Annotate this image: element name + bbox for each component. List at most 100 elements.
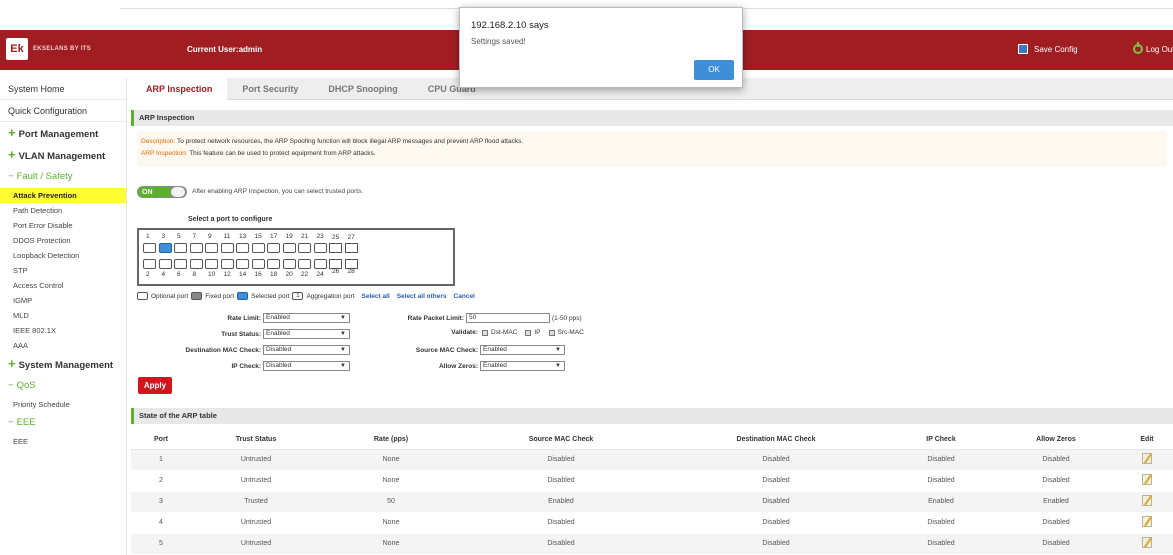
sidebar-item-path-detection[interactable]: Path Detection <box>0 203 126 218</box>
edit-icon[interactable] <box>1142 495 1152 506</box>
cell-destination-mac: Disabled <box>661 533 891 555</box>
save-config-button[interactable]: Save Config <box>1018 44 1078 54</box>
port-21[interactable] <box>298 243 311 253</box>
port-17[interactable] <box>267 243 280 253</box>
tab-dhcp-snooping[interactable]: DHCP Snooping <box>313 78 412 100</box>
sidebar-item-igmp[interactable]: IGMP <box>0 293 126 308</box>
sidebar-item-ieee-8021x[interactable]: IEEE 802.1X <box>0 323 126 338</box>
sidebar-group-fault-safety[interactable]: − Fault / Safety <box>0 166 126 188</box>
dialog-ok-button[interactable]: OK <box>694 60 734 80</box>
column-header-rate: Rate (pps) <box>321 430 461 450</box>
chevron-down-icon: ▼ <box>340 363 346 369</box>
rate-packet-input[interactable]: 50 <box>466 313 550 323</box>
arp-inspection-text: This feature can be used to protect equi… <box>187 150 376 157</box>
port-12[interactable] <box>220 259 234 269</box>
save-config-label: Save Config <box>1034 44 1078 54</box>
ip-check-label: IP Check: <box>231 362 261 370</box>
logo: Ek EKSELANS BY ITS <box>6 38 91 60</box>
edit-icon[interactable] <box>1142 474 1152 485</box>
port-19[interactable] <box>282 243 296 253</box>
sidebar-item-mld[interactable]: MLD <box>0 308 126 323</box>
cell-port: 2 <box>131 470 191 492</box>
sidebar-group-eee[interactable]: − EEE <box>0 412 126 434</box>
sidebar-item-port-error-disable[interactable]: Port Error Disable <box>0 218 126 233</box>
port-10[interactable] <box>205 259 218 269</box>
port-number: 21 <box>301 233 309 240</box>
trust-status-select[interactable]: Enabled ▼ <box>263 329 350 339</box>
toggle-state: ON <box>142 189 153 196</box>
sidebar-item-aaa[interactable]: AAA <box>0 338 126 353</box>
edit-icon[interactable] <box>1142 537 1152 548</box>
port-5[interactable] <box>174 243 187 253</box>
port-14[interactable] <box>236 259 249 269</box>
port-1[interactable] <box>143 243 156 253</box>
port-27[interactable] <box>344 243 358 253</box>
ip-checkbox[interactable] <box>525 329 532 336</box>
sidebar-group-system-management[interactable]: + System Management <box>0 353 126 375</box>
port-2[interactable] <box>143 259 156 269</box>
port-24[interactable] <box>313 259 327 269</box>
cell-ip-check: Enabled <box>891 491 991 513</box>
sidebar-item-priority-schedule[interactable]: Priority Schedule <box>0 397 126 412</box>
port-6[interactable] <box>174 259 187 269</box>
sidebar-group-label: QoS <box>16 380 36 391</box>
port-number: 8 <box>192 271 197 278</box>
port-23[interactable] <box>313 243 327 253</box>
port-3[interactable] <box>158 243 172 253</box>
port-20[interactable] <box>282 259 296 269</box>
sidebar-item-ddos-protection[interactable]: DDOS Protection <box>0 233 126 248</box>
select-all-link[interactable]: Select all <box>362 293 390 300</box>
sidebar-item-system-home[interactable]: System Home <box>0 78 126 100</box>
dest-mac-select[interactable]: Disabled ▼ <box>263 345 350 355</box>
plus-icon: + <box>8 356 16 371</box>
port-9[interactable] <box>205 243 218 253</box>
cell-allow-zeros: Disabled <box>991 512 1121 534</box>
logout-button[interactable]: Log Out <box>1133 42 1173 54</box>
port-22[interactable] <box>298 259 311 269</box>
arp-inspection-toggle[interactable]: ON <box>137 186 187 198</box>
port-11[interactable] <box>220 243 234 253</box>
ip-check-select[interactable]: Disabled ▼ <box>263 361 350 371</box>
apply-button[interactable]: Apply <box>138 377 172 394</box>
port-number: 9 <box>208 233 212 240</box>
port-number: 22 <box>301 271 309 278</box>
src-mac-value: Enabled <box>483 346 507 353</box>
tab-port-security[interactable]: Port Security <box>227 78 313 100</box>
cell-edit <box>1121 512 1173 534</box>
sidebar-group-qos[interactable]: − QoS <box>0 375 126 397</box>
sidebar-item-loopback-detection[interactable]: Loopback Detection <box>0 248 126 263</box>
sidebar-group-vlan-management[interactable]: + VLAN Management <box>0 144 126 166</box>
port-8[interactable] <box>189 259 203 269</box>
dst-mac-checkbox[interactable] <box>482 329 488 336</box>
tab-arp-inspection[interactable]: ARP Inspection <box>131 78 228 100</box>
arp-inspection-label: ARP Inspection: <box>141 150 188 157</box>
port-15[interactable] <box>251 243 265 253</box>
sidebar-item-quick-configuration[interactable]: Quick Configuration <box>0 100 126 122</box>
src-mac-checkbox[interactable] <box>548 329 555 336</box>
port-16[interactable] <box>251 259 265 269</box>
sidebar-group-port-management[interactable]: + Port Management <box>0 122 126 144</box>
port-25[interactable] <box>329 243 342 253</box>
port-number: 19 <box>285 233 293 240</box>
sidebar-item-stp[interactable]: STP <box>0 263 126 278</box>
port-13[interactable] <box>236 243 249 253</box>
select-all-others-link[interactable]: Select all others <box>397 293 447 300</box>
allow-zeros-select[interactable]: Enabled ▼ <box>480 361 565 371</box>
edit-icon[interactable] <box>1142 453 1152 464</box>
sidebar-item-eee[interactable]: EEE <box>0 434 126 449</box>
legend-fixed: Fixed port <box>205 292 235 300</box>
description-line: Description: To protect network resource… <box>141 136 1163 148</box>
src-mac-label: Src-MAC <box>557 329 584 336</box>
cell-source-mac: Enabled <box>461 491 661 513</box>
port-number: 26 <box>332 268 340 275</box>
column-header-ip-check: IP Check <box>891 430 991 450</box>
port-7[interactable] <box>189 243 203 253</box>
port-18[interactable] <box>267 259 280 269</box>
sidebar-item-access-control[interactable]: Access Control <box>0 278 126 293</box>
port-4[interactable] <box>158 259 172 269</box>
sidebar-item-attack-prevention[interactable]: Attack Prevention <box>0 188 126 203</box>
cancel-link[interactable]: Cancel <box>454 293 475 300</box>
rate-limit-select[interactable]: Enabled ▼ <box>263 313 350 323</box>
edit-icon[interactable] <box>1142 516 1152 527</box>
src-mac-select[interactable]: Enabled ▼ <box>480 345 565 355</box>
